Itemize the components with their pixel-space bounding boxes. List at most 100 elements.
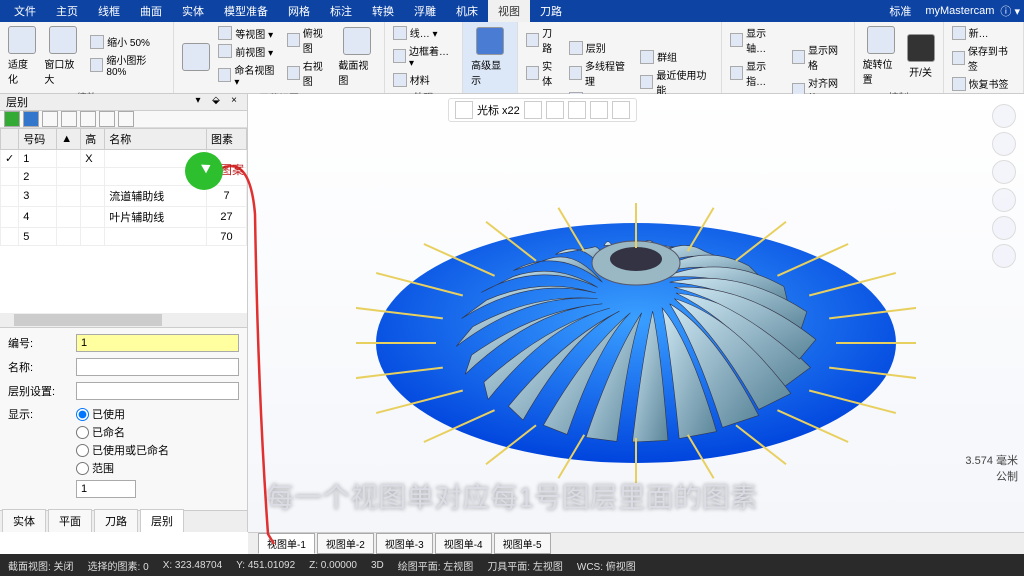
section-view-button[interactable]: 截面视图: [336, 25, 377, 89]
menu-surface[interactable]: 曲面: [130, 0, 172, 22]
view-sheet-tabs: 视图单-1 视图单-2 视图单-3 视图单-4 视图单-5: [248, 532, 1024, 554]
tool-button-3[interactable]: [80, 111, 96, 127]
status-wcs[interactable]: WCS: 俯视图: [577, 558, 636, 573]
radio-used[interactable]: 已使用: [76, 406, 169, 422]
view-icon[interactable]: [992, 216, 1016, 240]
find-button[interactable]: [23, 111, 39, 127]
radio-used-or-named[interactable]: 已使用或已命名: [76, 442, 169, 458]
multithread-mgr[interactable]: 多线程管理: [567, 57, 634, 89]
vp-tool-5[interactable]: [590, 101, 608, 119]
status-selected: 选择的图素: 0: [88, 558, 149, 573]
rotate-pos-button[interactable]: 旋转位置: [861, 24, 901, 88]
shade-icon[interactable]: [992, 244, 1016, 268]
zoom-out-50[interactable]: 缩小 50%: [88, 33, 167, 50]
tab-solid[interactable]: 实体: [2, 509, 46, 532]
zoom-window-button[interactable]: 窗口放大: [42, 24, 84, 88]
level-toggle[interactable]: 层别: [567, 39, 634, 56]
edge-shade[interactable]: 边框着… ▾: [391, 42, 456, 70]
vp-tool-1[interactable]: [455, 101, 473, 119]
viewport-right-tools: [992, 104, 1020, 268]
save-bookmark[interactable]: 保存到书签: [950, 42, 1017, 74]
help-icon[interactable]: ⓘ ▾: [1000, 3, 1020, 19]
line-style[interactable]: 线… ▾: [391, 24, 456, 41]
tool-button-1[interactable]: [42, 111, 58, 127]
vp-tool-6[interactable]: [612, 101, 630, 119]
viewsheet-1[interactable]: 视图单-1: [258, 533, 315, 554]
level-number-input[interactable]: [76, 334, 239, 352]
viewsheet-2[interactable]: 视图单-2: [317, 533, 374, 554]
named-view[interactable]: 命名视图 ▾: [216, 61, 280, 89]
pan-icon[interactable]: [992, 132, 1016, 156]
iso-view[interactable]: 等视图 ▾: [216, 25, 280, 42]
tab-level[interactable]: 层别: [140, 509, 184, 532]
status-tplane[interactable]: 刀具平面: 左视图: [487, 558, 563, 573]
tab-toolpath[interactable]: 刀路: [94, 509, 138, 532]
app-name: myMastercam: [925, 5, 994, 17]
menu-relief[interactable]: 浮雕: [404, 0, 446, 22]
show-pointer[interactable]: 显示指…: [728, 57, 786, 89]
vp-tool-3[interactable]: [546, 101, 564, 119]
status-section: 截面视图: 关闭: [8, 558, 74, 573]
standard-label[interactable]: 标准: [881, 1, 919, 21]
fit-icon[interactable]: [992, 188, 1016, 212]
tool-button-2[interactable]: [61, 111, 77, 127]
onoff-button[interactable]: 开/关: [905, 32, 937, 81]
menu-transform[interactable]: 转换: [362, 0, 404, 22]
menu-wire[interactable]: 线框: [88, 0, 130, 22]
menu-modelprep[interactable]: 模型准备: [214, 0, 278, 22]
menu-toolpath[interactable]: 刀路: [530, 0, 572, 22]
viewsheet-3[interactable]: 视图单-3: [376, 533, 433, 554]
menu-machine[interactable]: 机床: [446, 0, 488, 22]
tab-plane[interactable]: 平面: [48, 509, 92, 532]
viewsheet-4[interactable]: 视图单-4: [435, 533, 492, 554]
units-display: 3.574 毫米 公制: [965, 452, 1018, 484]
menu-solid[interactable]: 实体: [172, 0, 214, 22]
panel-dropdown-icon[interactable]: ▾: [191, 95, 205, 109]
level-name-input[interactable]: [76, 358, 239, 376]
menu-annotate[interactable]: 标注: [320, 0, 362, 22]
radio-range[interactable]: 范围: [76, 460, 169, 476]
solid-toggle[interactable]: 实体: [524, 57, 563, 89]
toolpath-toggle[interactable]: 刀路: [524, 24, 563, 56]
add-level-button[interactable]: [4, 111, 20, 127]
viewsheet-5[interactable]: 视图单-5: [494, 533, 551, 554]
table-scrollbar[interactable]: [0, 313, 247, 327]
material[interactable]: 材料: [391, 71, 456, 88]
panel-pin-icon[interactable]: ⬙: [209, 95, 223, 109]
viewport[interactable]: 光标 x22 3.574 毫米 公制: [248, 94, 1024, 532]
vp-tool-4[interactable]: [568, 101, 586, 119]
show-axis[interactable]: 显示轴…: [728, 24, 786, 56]
new-viewsheet[interactable]: 新…: [950, 24, 1017, 41]
front-view[interactable]: 前视图 ▾: [216, 43, 280, 60]
orbit-icon[interactable]: [992, 104, 1016, 128]
status-bar: 截面视图: 关闭 选择的图素: 0 X: 323.48704 Y: 451.01…: [0, 554, 1024, 576]
help-button[interactable]: [118, 111, 134, 127]
status-cplane[interactable]: 绘图平面: 左视图: [398, 558, 474, 573]
hide-button[interactable]: [99, 111, 115, 127]
zoom-out-80[interactable]: 缩小图形 80%: [88, 51, 167, 79]
group-toggle[interactable]: 群组: [638, 48, 715, 65]
viewport-toolbar: 光标 x22: [448, 98, 637, 122]
right-view[interactable]: 右视图: [285, 57, 333, 89]
menu-view[interactable]: 视图: [488, 0, 530, 22]
table-row[interactable]: 570: [1, 228, 247, 246]
fit-button[interactable]: 适度化: [6, 24, 38, 88]
range-input[interactable]: [76, 480, 136, 498]
menu-file[interactable]: 文件: [4, 0, 46, 22]
iso-view-button[interactable]: [180, 41, 212, 73]
vp-tool-2[interactable]: [524, 101, 542, 119]
zoom-icon[interactable]: [992, 160, 1016, 184]
advanced-display-button[interactable]: 高级显示: [469, 25, 511, 89]
panel-title: 层别: [6, 94, 191, 110]
radio-named[interactable]: 已命名: [76, 424, 169, 440]
panel-tabs: 实体 平面 刀路 层别: [0, 510, 247, 532]
show-grid[interactable]: 显示网格: [790, 41, 848, 73]
status-3d[interactable]: 3D: [371, 560, 384, 571]
menu-home[interactable]: 主页: [46, 0, 88, 22]
panel-close-icon[interactable]: ×: [227, 95, 241, 109]
top-view[interactable]: 俯视图: [285, 24, 333, 56]
table-row[interactable]: 4叶片辅助线27: [1, 207, 247, 228]
menu-mesh[interactable]: 网格: [278, 0, 320, 22]
restore-bookmark[interactable]: 恢复书签: [950, 75, 1017, 92]
level-set-input[interactable]: [76, 382, 239, 400]
